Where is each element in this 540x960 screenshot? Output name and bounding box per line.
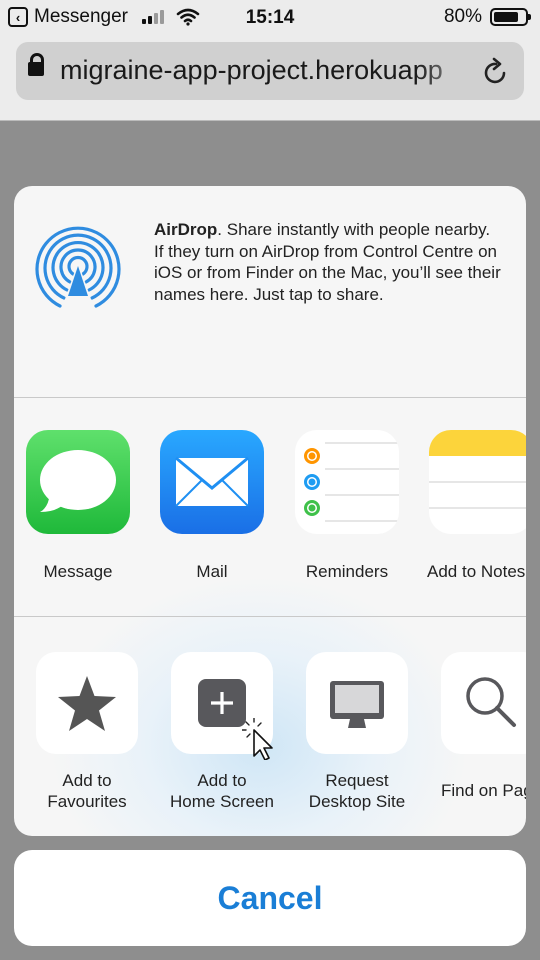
star-icon: [36, 652, 138, 754]
browser-toolbar: migraine-app-project.herokuapp: [0, 36, 540, 121]
action-label: Find on Page: [441, 781, 526, 800]
battery-icon: [490, 8, 531, 26]
app-label: Add to Notes: [427, 562, 526, 581]
share-apps-row: Message Mail Reminders Add to Notes: [14, 398, 526, 617]
share-app-reminders[interactable]: Reminders: [279, 430, 415, 582]
lock-icon: [28, 53, 44, 76]
airdrop-description: AirDrop. Share instantly with people nea…: [154, 219, 504, 305]
reminders-icon: [295, 430, 399, 534]
share-app-message[interactable]: Message: [14, 430, 146, 582]
app-label: Mail: [196, 562, 228, 581]
notes-icon: [429, 430, 526, 534]
airdrop-icon: [35, 226, 121, 308]
action-label: Request Desktop Site: [308, 771, 406, 811]
reload-icon[interactable]: [482, 56, 510, 86]
address-bar[interactable]: migraine-app-project.herokuapp: [16, 42, 524, 100]
share-app-mail[interactable]: Mail: [144, 430, 280, 582]
share-app-notes[interactable]: Add to Notes: [413, 430, 526, 582]
airdrop-title: AirDrop: [154, 220, 218, 239]
tap-cursor-icon: [242, 718, 273, 760]
action-label: Add to Home Screen: [170, 771, 274, 811]
action-add-to-favourites[interactable]: Add to Favourites: [19, 652, 155, 812]
magnifier-icon: [441, 652, 526, 754]
status-bar: ‹ Messenger 15:14 80%: [0, 0, 540, 36]
messages-icon: [26, 430, 130, 534]
app-label: Message: [43, 562, 113, 581]
cancel-button[interactable]: Cancel: [14, 850, 526, 946]
desktop-icon: [306, 652, 408, 754]
action-label: Add to Favourites: [47, 771, 127, 811]
action-request-desktop-site[interactable]: Request Desktop Site: [289, 652, 425, 812]
mail-icon: [160, 430, 264, 534]
url-text[interactable]: migraine-app-project.herokuapp: [60, 55, 480, 86]
airdrop-section: AirDrop. Share instantly with people nea…: [14, 186, 526, 398]
battery-percent: 80%: [443, 6, 482, 27]
action-find-on-page[interactable]: Find on Page: [424, 652, 526, 801]
app-label: Reminders: [305, 562, 389, 581]
